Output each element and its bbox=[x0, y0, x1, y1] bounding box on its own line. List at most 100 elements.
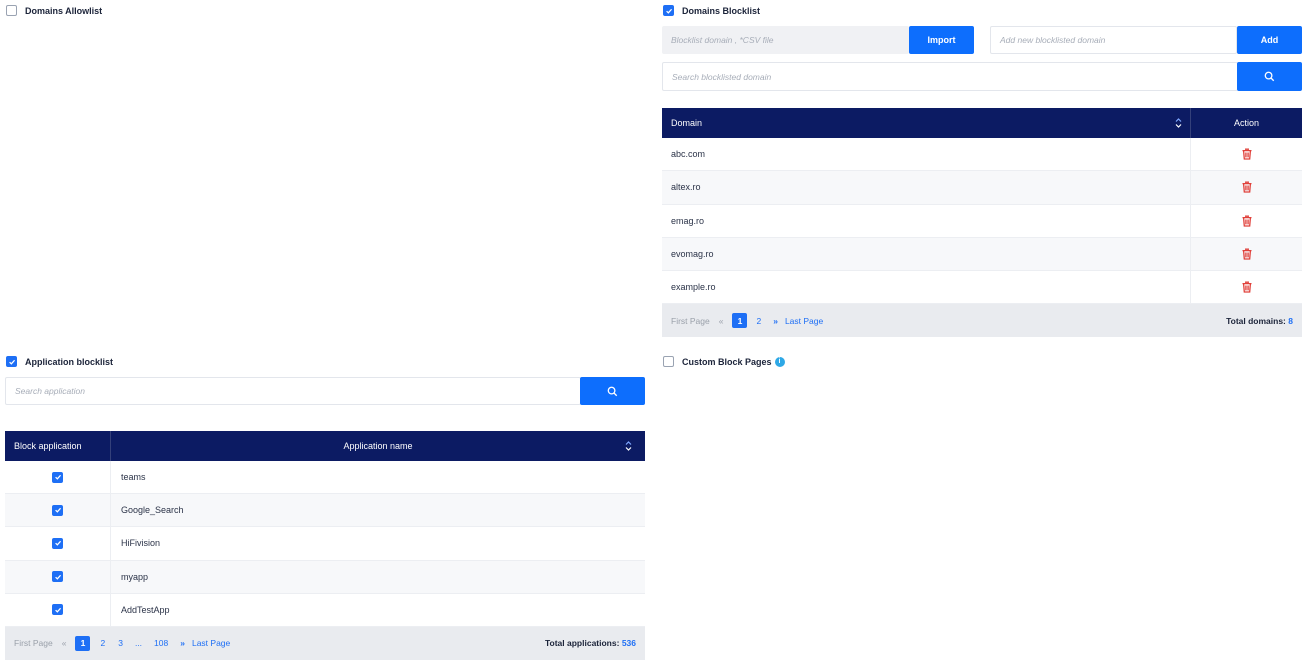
check-icon bbox=[665, 8, 672, 14]
search-domain-button[interactable] bbox=[1237, 62, 1302, 91]
total-domains-value: 8 bbox=[1288, 315, 1293, 326]
add-domain-input[interactable]: Add new blocklisted domain bbox=[990, 26, 1237, 54]
check-icon bbox=[54, 607, 61, 613]
application-table-header: Block application Application name bbox=[5, 431, 645, 461]
page-108-button[interactable]: 108 bbox=[154, 638, 168, 648]
import-placeholder: Blocklist domain , *CSV file bbox=[671, 35, 774, 45]
total-domains: Total domains: 8 bbox=[1226, 316, 1293, 326]
custom-block-pages-checkbox[interactable] bbox=[663, 356, 674, 367]
table-row: abc.com bbox=[662, 138, 1302, 172]
domain-cell: example.ro bbox=[662, 271, 1191, 304]
block-application-cell bbox=[5, 461, 111, 494]
domain-cell: evomag.ro bbox=[662, 237, 1191, 271]
app-blocklist-checkbox[interactable] bbox=[6, 356, 17, 367]
check-icon bbox=[54, 574, 61, 580]
blocklist-toggle[interactable]: Domains Blocklist bbox=[663, 5, 760, 16]
trash-icon bbox=[1242, 281, 1251, 293]
application-table: Block application Application name teams… bbox=[5, 431, 645, 660]
last-page-link[interactable]: Last Page bbox=[785, 316, 823, 326]
table-row: altex.ro bbox=[662, 171, 1302, 205]
allowlist-label: Domains Allowlist bbox=[25, 5, 103, 16]
table-row: HiFivision bbox=[5, 527, 645, 561]
delete-button[interactable] bbox=[1191, 280, 1302, 294]
trash-icon bbox=[1242, 148, 1251, 160]
first-page-link[interactable]: First Page bbox=[671, 316, 710, 326]
block-application-cell bbox=[5, 593, 111, 626]
import-field[interactable]: Blocklist domain , *CSV file bbox=[662, 26, 909, 54]
total-applications-label: Total applications: bbox=[544, 638, 620, 649]
block-application-checkbox[interactable] bbox=[52, 504, 63, 516]
delete-button[interactable] bbox=[1191, 147, 1302, 161]
domain-column-label: Domain bbox=[671, 118, 703, 128]
table-row: myapp bbox=[5, 560, 645, 594]
next-page-icon[interactable]: » bbox=[773, 316, 778, 326]
page-3-button[interactable]: 3 bbox=[118, 638, 123, 648]
custom-block-pages-label: Custom Block Pages bbox=[682, 356, 772, 367]
block-application-column-header: Block application bbox=[5, 431, 111, 461]
search-domain-placeholder: Search blocklisted domain bbox=[672, 71, 772, 82]
table-row: example.ro bbox=[662, 271, 1302, 305]
prev-page-icon[interactable]: « bbox=[62, 638, 67, 648]
check-icon bbox=[8, 359, 15, 365]
block-application-checkbox[interactable] bbox=[52, 537, 63, 549]
domain-cell: emag.ro bbox=[662, 204, 1191, 237]
block-application-checkbox[interactable] bbox=[52, 571, 63, 583]
app-blocklist-toggle[interactable]: Application blocklist bbox=[6, 356, 113, 367]
application-name-cell: Google_Search bbox=[121, 505, 184, 516]
info-icon[interactable]: i bbox=[774, 356, 785, 367]
table-row: Google_Search bbox=[5, 494, 645, 528]
application-name-cell: myapp bbox=[121, 571, 149, 582]
table-row: evomag.ro bbox=[662, 237, 1302, 272]
add-domain-placeholder: Add new blocklisted domain bbox=[1000, 35, 1106, 45]
allowlist-toggle[interactable]: Domains Allowlist bbox=[6, 5, 102, 16]
last-page-link[interactable]: Last Page bbox=[192, 638, 230, 648]
search-icon bbox=[607, 386, 618, 396]
search-domain-input[interactable]: Search blocklisted domain bbox=[662, 62, 1238, 91]
first-page-link[interactable]: First Page bbox=[14, 638, 53, 648]
blocklist-checkbox[interactable] bbox=[663, 5, 674, 16]
block-application-cell bbox=[5, 527, 111, 560]
table-row: teams bbox=[5, 461, 645, 495]
domain-column-header[interactable]: Domain bbox=[662, 108, 1191, 138]
trash-icon bbox=[1242, 215, 1251, 227]
trash-icon bbox=[1242, 248, 1251, 260]
next-page-icon[interactable]: » bbox=[180, 638, 185, 648]
search-application-placeholder: Search application bbox=[15, 386, 85, 396]
sort-icon bbox=[1175, 118, 1182, 128]
sort-icon bbox=[625, 441, 632, 451]
page-2-button[interactable]: 2 bbox=[100, 638, 105, 648]
application-name-cell: AddTestApp bbox=[121, 604, 170, 615]
table-row: emag.ro bbox=[662, 204, 1302, 238]
check-icon bbox=[54, 474, 61, 480]
total-domains-label: Total domains: bbox=[1226, 315, 1286, 326]
import-button[interactable]: Import bbox=[909, 26, 974, 54]
application-name-cell: teams bbox=[121, 472, 146, 483]
action-column-header: Action bbox=[1233, 118, 1259, 128]
domain-pager: First Page « 1 2 » Last Page Total domai… bbox=[662, 304, 1302, 338]
trash-icon bbox=[1242, 181, 1251, 194]
block-application-checkbox[interactable] bbox=[52, 604, 63, 616]
table-row: AddTestApp bbox=[5, 593, 645, 627]
domain-cell: abc.com bbox=[662, 138, 1191, 171]
application-name-cell: HiFivision bbox=[121, 538, 161, 549]
allowlist-checkbox[interactable] bbox=[6, 5, 17, 16]
domain-table: Domain Action abc.com altex.ro emag.ro evom… bbox=[662, 108, 1302, 338]
block-application-checkbox[interactable] bbox=[52, 471, 63, 483]
delete-button[interactable] bbox=[1191, 180, 1302, 194]
delete-button[interactable] bbox=[1191, 214, 1302, 228]
page-1-button[interactable]: 1 bbox=[732, 313, 748, 329]
total-applications-value: 536 bbox=[621, 638, 636, 649]
page-1-button[interactable]: 1 bbox=[75, 635, 91, 651]
prev-page-icon[interactable]: « bbox=[719, 316, 724, 326]
delete-button[interactable] bbox=[1191, 247, 1302, 261]
application-pager: First Page « 1 2 3 ... 108 » Last Page T… bbox=[5, 626, 645, 660]
application-name-column-header[interactable]: Application name bbox=[111, 431, 645, 461]
search-application-button[interactable] bbox=[580, 377, 645, 405]
custom-block-pages-toggle[interactable]: Custom Block Pages i bbox=[663, 356, 785, 367]
domain-table-header: Domain Action bbox=[662, 108, 1302, 138]
search-application-input[interactable]: Search application bbox=[5, 377, 581, 405]
domain-cell: altex.ro bbox=[662, 171, 1191, 204]
add-button[interactable]: Add bbox=[1237, 26, 1302, 54]
total-applications: Total applications: 536 bbox=[545, 638, 636, 648]
page-2-button[interactable]: 2 bbox=[756, 316, 761, 326]
